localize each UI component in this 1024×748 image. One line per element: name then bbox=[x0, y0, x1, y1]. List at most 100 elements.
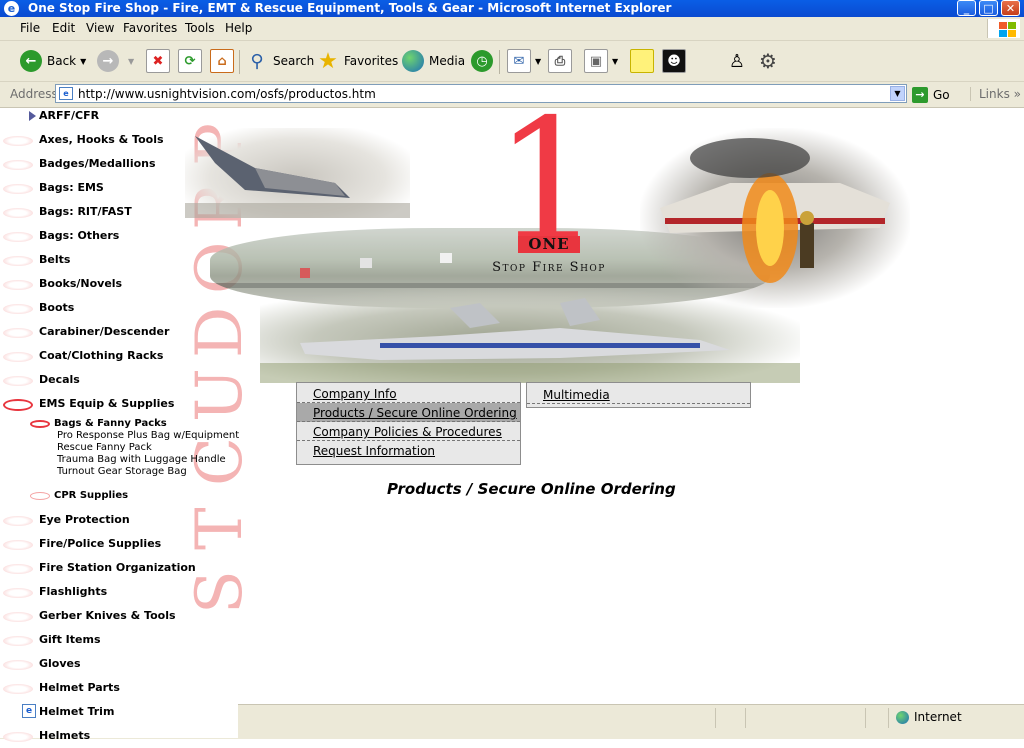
history-button[interactable]: ◷ bbox=[471, 48, 498, 74]
nav-item-label[interactable]: Fire/Police Supplies bbox=[39, 537, 161, 550]
nav-item-arff-cfr[interactable]: ARFF/CFR bbox=[0, 108, 238, 128]
nav-item-eye-protection[interactable]: Eye Protection bbox=[0, 510, 238, 532]
mail-button[interactable]: ✉ ▼ bbox=[507, 48, 541, 74]
links-toolbar[interactable]: Links » bbox=[970, 87, 1021, 101]
nav-item-boots[interactable]: Boots bbox=[0, 298, 238, 320]
favorites-button[interactable]: ★ Favorites bbox=[317, 48, 398, 74]
home-button[interactable]: ⌂ bbox=[210, 48, 234, 74]
back-button[interactable]: ← Back ▼ bbox=[20, 48, 86, 74]
nav-item-fire-station-org[interactable]: Fire Station Organization bbox=[0, 558, 238, 580]
menu-bar: File Edit View Favorites Tools Help bbox=[0, 17, 1024, 41]
nav-item-fire-police[interactable]: Fire/Police Supplies bbox=[0, 534, 238, 556]
nav-item-bags-rit-fast[interactable]: Bags: RIT/FAST bbox=[0, 202, 238, 224]
nav-item-axes-hooks-tools[interactable]: Axes, Hooks & Tools bbox=[0, 130, 238, 152]
close-button[interactable]: ✕ bbox=[1001, 0, 1020, 16]
nav-item-label[interactable]: Helmets bbox=[39, 729, 90, 742]
subnav-item-label[interactable]: CPR Supplies bbox=[54, 490, 128, 501]
refresh-button[interactable]: ⟳ bbox=[178, 48, 202, 74]
mail-dropdown-icon[interactable]: ▼ bbox=[535, 57, 541, 66]
nav-item-ems-equip[interactable]: EMS Equip & Supplies bbox=[0, 394, 238, 416]
settings-button[interactable]: ⚙ bbox=[757, 48, 779, 74]
menu-link-products[interactable]: Products / Secure Online Ordering bbox=[297, 403, 520, 422]
forward-dropdown-icon[interactable]: ▼ bbox=[128, 57, 134, 66]
stop-button[interactable]: ✖ bbox=[146, 48, 170, 74]
nav-item-label[interactable]: Eye Protection bbox=[39, 513, 130, 526]
go-button[interactable]: → Go bbox=[912, 85, 950, 104]
nav-item-bags-others[interactable]: Bags: Others bbox=[0, 226, 238, 248]
nav-item-badges[interactable]: Badges/Medallions bbox=[0, 154, 238, 176]
nav-item-label[interactable]: EMS Equip & Supplies bbox=[39, 397, 174, 410]
nav-item-helmet-parts[interactable]: Helmet Parts bbox=[0, 678, 238, 700]
nav-item-label[interactable]: Books/Novels bbox=[39, 277, 122, 290]
nav-item-label[interactable]: Gloves bbox=[39, 657, 81, 670]
menu-link-label[interactable]: Request Information bbox=[313, 444, 435, 458]
menu-link-policies[interactable]: Company Policies & Procedures bbox=[297, 422, 520, 441]
subnav-item-label[interactable]: Bags & Fanny Packs bbox=[54, 418, 167, 429]
nav-item-belts[interactable]: Belts bbox=[0, 250, 238, 272]
menu-tools[interactable]: Tools bbox=[185, 21, 215, 35]
nav-item-label[interactable]: Carabiner/Descender bbox=[39, 325, 169, 338]
address-input[interactable]: e http://www.usnightvision.com/osfs/prod… bbox=[55, 84, 907, 103]
edit-dropdown-icon[interactable]: ▼ bbox=[612, 57, 618, 66]
nav-item-label[interactable]: ARFF/CFR bbox=[39, 109, 99, 122]
menu-help[interactable]: Help bbox=[225, 21, 252, 35]
nav-item-label[interactable]: Belts bbox=[39, 253, 70, 266]
menu-favorites[interactable]: Favorites bbox=[123, 21, 177, 35]
menu-file[interactable]: File bbox=[20, 21, 40, 35]
nav-item-label[interactable]: Bags: RIT/FAST bbox=[39, 205, 132, 218]
menu-link-label[interactable]: Products / Secure Online Ordering bbox=[313, 406, 517, 420]
menu-link-multimedia[interactable]: Multimedia bbox=[527, 385, 750, 404]
nav-item-decals[interactable]: Decals bbox=[0, 370, 238, 392]
menu-link-company-info[interactable]: Company Info bbox=[297, 384, 520, 403]
nav-item-label[interactable]: Flashlights bbox=[39, 585, 107, 598]
search-button[interactable]: ⚲ Search bbox=[246, 48, 314, 74]
nav-item-bags-ems[interactable]: Bags: EMS bbox=[0, 178, 238, 200]
menu-link-request-info[interactable]: Request Information bbox=[297, 441, 520, 460]
menu-edit[interactable]: Edit bbox=[52, 21, 75, 35]
messenger-button[interactable]: ☻ bbox=[662, 48, 686, 74]
nav-item-label[interactable]: Gerber Knives & Tools bbox=[39, 609, 176, 622]
ie-app-icon[interactable]: e bbox=[4, 1, 19, 16]
back-dropdown-icon[interactable]: ▼ bbox=[80, 57, 86, 66]
nav-item-label[interactable]: Coat/Clothing Racks bbox=[39, 349, 163, 362]
nav-item-helmets[interactable]: Helmets bbox=[0, 726, 238, 748]
menu-link-label[interactable]: Multimedia bbox=[543, 388, 610, 402]
nav-item-label[interactable]: Bags: Others bbox=[39, 229, 119, 242]
product-link[interactable]: Turnout Gear Storage Bag bbox=[57, 466, 187, 478]
media-button[interactable]: Media bbox=[402, 48, 465, 74]
nav-item-label[interactable]: Bags: EMS bbox=[39, 181, 104, 194]
product-link[interactable]: Pro Response Plus Bag w/Equipment bbox=[57, 430, 239, 442]
nav-item-label[interactable]: Decals bbox=[39, 373, 80, 386]
menu-view[interactable]: View bbox=[86, 21, 114, 35]
maximize-button[interactable]: □ bbox=[979, 0, 998, 16]
nav-item-label[interactable]: Gift Items bbox=[39, 633, 101, 646]
security-zone[interactable]: Internet bbox=[896, 710, 962, 724]
nav-item-label[interactable]: Helmet Parts bbox=[39, 681, 120, 694]
menu-link-label[interactable]: Company Info bbox=[313, 387, 397, 401]
nav-item-helmet-trim[interactable]: e Helmet Trim bbox=[0, 702, 238, 724]
minimize-button[interactable]: _ bbox=[957, 0, 976, 16]
nav-item-carabiner[interactable]: Carabiner/Descender bbox=[0, 322, 238, 344]
nav-item-label[interactable]: Boots bbox=[39, 301, 74, 314]
menu-link-label[interactable]: Company Policies & Procedures bbox=[313, 425, 502, 439]
nav-item-coat-racks[interactable]: Coat/Clothing Racks bbox=[0, 346, 238, 368]
subnav-item-cpr[interactable]: CPR Supplies bbox=[0, 488, 220, 506]
product-link[interactable]: Trauma Bag with Luggage Handle bbox=[57, 454, 226, 466]
discuss-button[interactable] bbox=[630, 48, 654, 74]
address-url[interactable]: http://www.usnightvision.com/osfs/produc… bbox=[78, 87, 376, 101]
nav-item-label[interactable]: Badges/Medallions bbox=[39, 157, 156, 170]
address-dropdown-icon[interactable]: ▼ bbox=[890, 86, 905, 101]
user-button[interactable]: ♙ bbox=[726, 48, 748, 74]
nav-item-books-novels[interactable]: Books/Novels bbox=[0, 274, 238, 296]
nav-item-gloves[interactable]: Gloves bbox=[0, 654, 238, 676]
nav-item-label[interactable]: Fire Station Organization bbox=[39, 561, 196, 574]
nav-item-gift-items[interactable]: Gift Items bbox=[0, 630, 238, 652]
nav-item-label[interactable]: Axes, Hooks & Tools bbox=[39, 133, 164, 146]
forward-button[interactable]: → ▼ bbox=[97, 48, 134, 74]
nav-item-flashlights[interactable]: Flashlights bbox=[0, 582, 238, 604]
nav-item-label[interactable]: Helmet Trim bbox=[39, 705, 114, 718]
nav-item-gerber[interactable]: Gerber Knives & Tools bbox=[0, 606, 238, 628]
print-button[interactable]: ⎙ bbox=[548, 48, 572, 74]
product-link[interactable]: Rescue Fanny Pack bbox=[57, 442, 152, 454]
edit-button[interactable]: ▣ ▼ bbox=[584, 48, 618, 74]
